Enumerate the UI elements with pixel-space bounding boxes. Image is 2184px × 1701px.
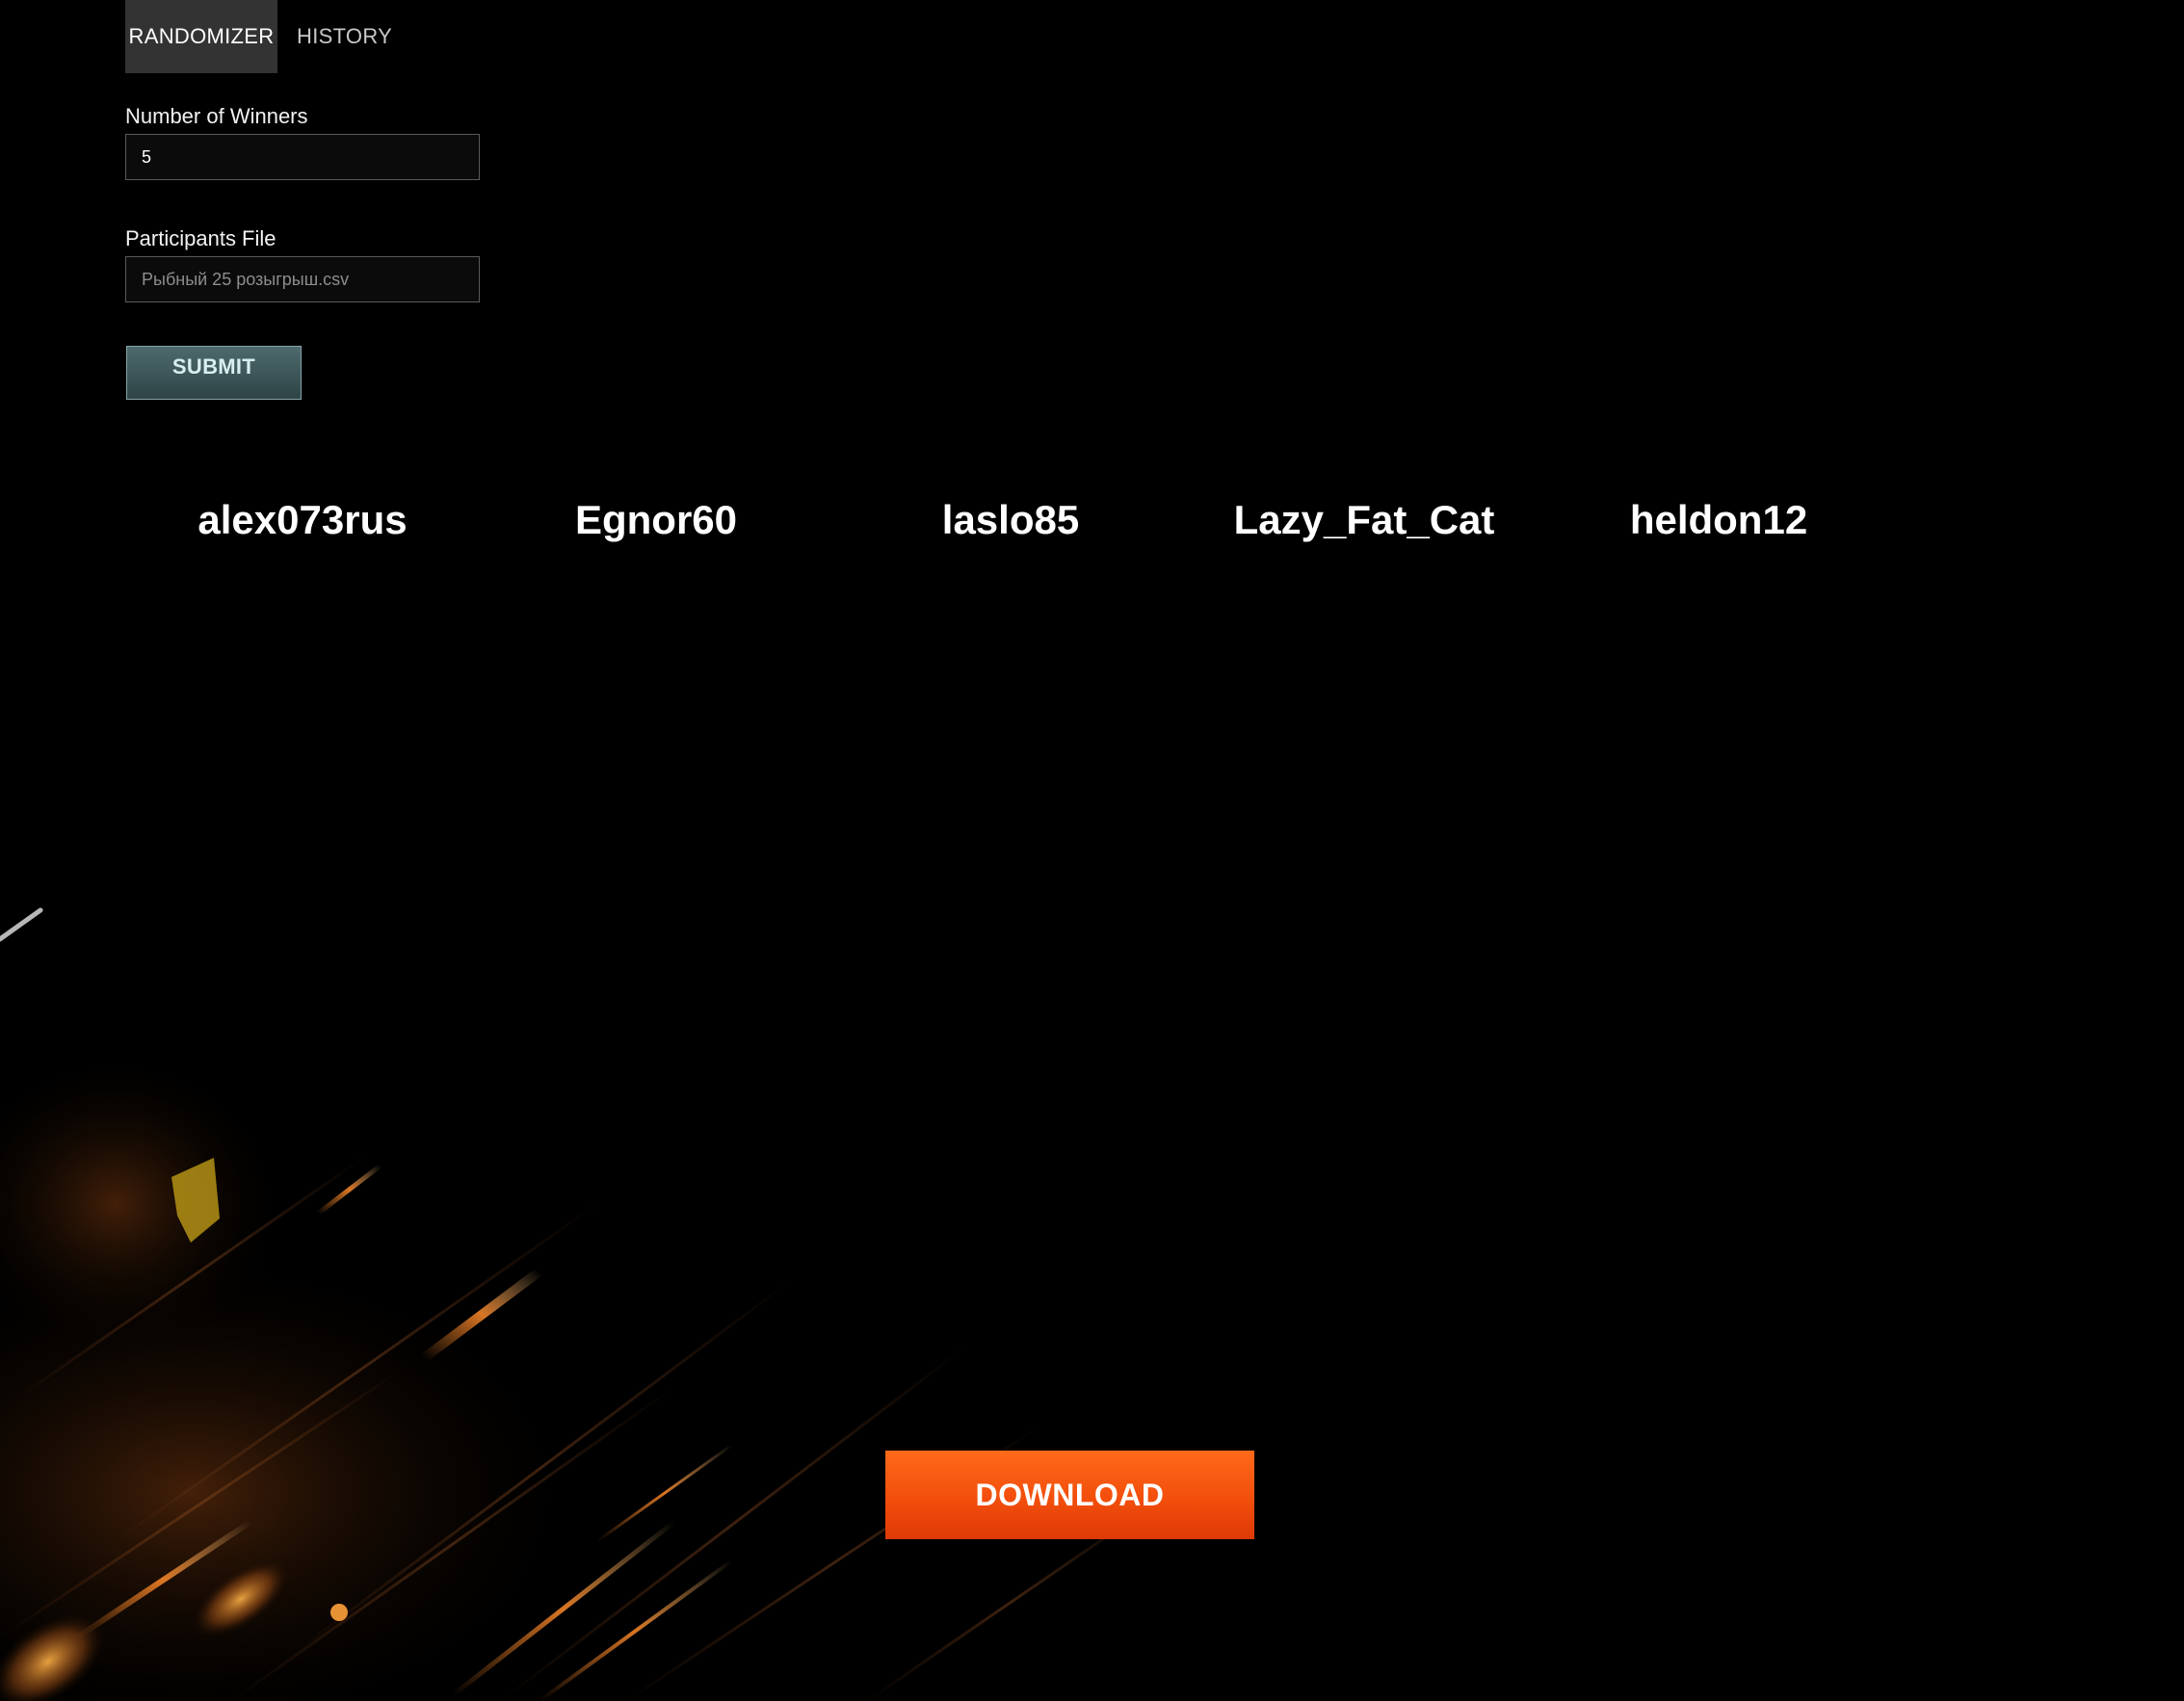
winner-name: Lazy_Fat_Cat — [1233, 497, 1495, 542]
tab-history[interactable]: HISTORY — [277, 0, 404, 73]
tab-bar: RANDOMIZER HISTORY — [125, 0, 404, 73]
tab-randomizer[interactable]: RANDOMIZER — [125, 0, 277, 73]
winner-name: laslo85 — [941, 497, 1080, 542]
page: RANDOMIZER HISTORY Number of Winners 5 P… — [0, 0, 2184, 1701]
participants-file-label: Participants File — [125, 226, 276, 250]
submit-button[interactable]: SUBMIT — [126, 346, 302, 400]
tab-history-label: HISTORY — [297, 24, 393, 48]
tab-randomizer-label: RANDOMIZER — [128, 24, 275, 48]
download-button[interactable]: DOWNLOAD — [885, 1451, 1254, 1539]
winner-name: alex073rus — [197, 497, 408, 542]
participants-file-value: Рыбный 25 розыгрыш.csv — [142, 269, 350, 289]
participants-file-input[interactable]: Рыбный 25 розыгрыш.csv — [125, 256, 480, 302]
download-button-label: DOWNLOAD — [975, 1477, 1165, 1512]
winner-name: heldon12 — [1629, 497, 1808, 542]
winners-list: alex073rus Egnor60 laslo85 Lazy_Fat_Cat … — [0, 486, 2184, 554]
winners-count-label: Number of Winners — [125, 104, 308, 128]
randomizer-app: RANDOMIZER HISTORY Number of Winners 5 P… — [0, 0, 2184, 1701]
winner-name: Egnor60 — [574, 497, 738, 542]
winners-count-input[interactable]: 5 — [125, 134, 480, 180]
submit-button-label: SUBMIT — [171, 354, 256, 379]
winners-count-value: 5 — [142, 146, 152, 167]
